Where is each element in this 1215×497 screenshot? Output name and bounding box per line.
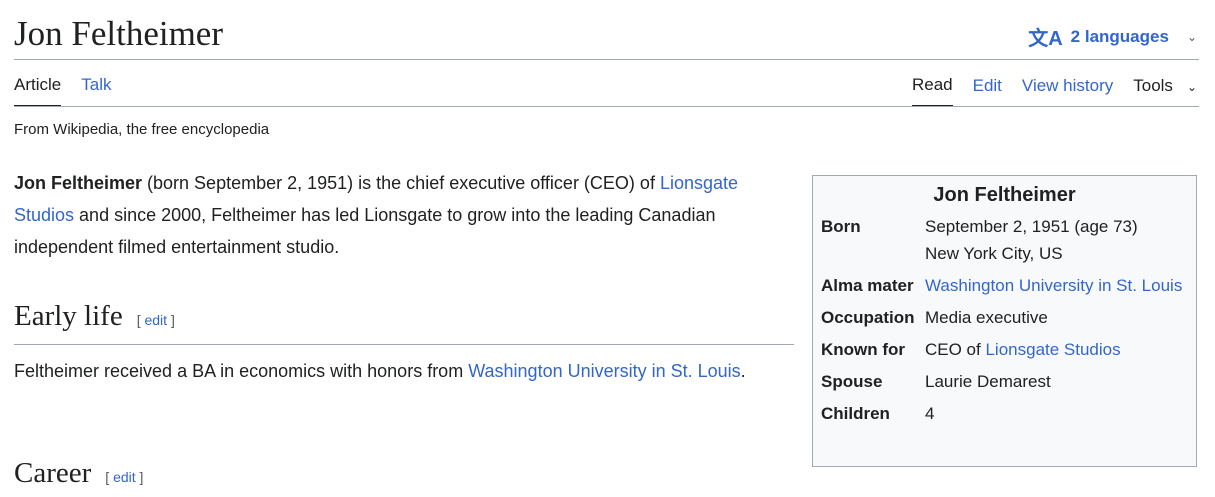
- infobox-value: CEO of Lionsgate Studios: [925, 336, 1188, 363]
- infobox-label: Occupation: [821, 308, 915, 327]
- infobox-value: Laurie Demarest: [925, 372, 1051, 391]
- heading-career-text: Career: [14, 457, 92, 489]
- view-tabs: Read Edit View history Tools ⌄: [911, 75, 1197, 107]
- infobox-value: Media executive: [925, 308, 1048, 327]
- born-place: New York City, US: [925, 244, 1063, 263]
- edit-career-link[interactable]: edit: [113, 469, 136, 485]
- section-divider: [14, 344, 794, 345]
- tabs-divider: [14, 106, 1199, 107]
- edit-bracket-open: [: [136, 312, 141, 328]
- tab-talk[interactable]: Talk: [81, 75, 111, 107]
- page-title: Jon Feltheimer: [14, 14, 223, 53]
- infobox-value: 4: [925, 404, 935, 423]
- heading-early-life-text: Early life: [14, 300, 123, 332]
- infobox-row-children: Children 4: [821, 400, 1188, 427]
- infobox-row-alma-mater: Alma mater Washington University in St. …: [821, 272, 1188, 299]
- lead-text-1: (born September 2, 1951) is the chief ex…: [142, 173, 660, 193]
- infobox-label: Spouse: [821, 372, 883, 391]
- lead-bold-name: Jon Feltheimer: [14, 173, 143, 193]
- infobox-row-occupation: Occupation Media executive: [821, 304, 1188, 331]
- early-life-text-2: .: [740, 361, 746, 381]
- heading-career: Career [ edit ]: [14, 457, 143, 490]
- washington-university-link[interactable]: Washington University in St. Louis: [468, 361, 740, 381]
- infobox-label: Children: [821, 404, 890, 423]
- tab-view-history[interactable]: View history: [1022, 76, 1113, 106]
- edit-bracket-open: [: [105, 469, 110, 485]
- edit-bracket-close: ]: [139, 469, 144, 485]
- lead-paragraph: Jon Feltheimer (born September 2, 1951) …: [14, 167, 794, 263]
- infobox-row-known-for: Known for CEO of Lionsgate Studios: [821, 336, 1188, 363]
- infobox-value: Washington University in St. Louis: [925, 272, 1188, 299]
- known-for-link[interactable]: Lionsgate Studios: [985, 340, 1120, 359]
- infobox: Jon Feltheimer Born September 2, 1951 (a…: [812, 175, 1197, 467]
- infobox-row-born: Born September 2, 1951 (age 73) New York…: [821, 213, 1188, 267]
- infobox-label: Known for: [821, 340, 906, 359]
- translate-icon: 文A: [1028, 28, 1063, 50]
- language-selector[interactable]: 文A 2 languages ⌄: [1028, 22, 1197, 51]
- lead-text-2: and since 2000, Feltheimer has led Lions…: [14, 205, 716, 257]
- title-divider: [14, 59, 1199, 60]
- tab-edit[interactable]: Edit: [973, 76, 1002, 106]
- heading-early-life: Early life [ edit ]: [14, 300, 175, 333]
- edit-bracket-close: ]: [170, 312, 175, 328]
- tools-label: Tools: [1133, 76, 1173, 95]
- early-life-text-1: Feltheimer received a BA in economics wi…: [14, 361, 469, 381]
- language-label: 2 languages: [1070, 26, 1169, 46]
- edit-early-life-link[interactable]: edit: [144, 312, 167, 328]
- born-date: September 2, 1951 (age 73): [925, 217, 1138, 236]
- infobox-value: September 2, 1951 (age 73) New York City…: [925, 213, 1188, 267]
- tab-article[interactable]: Article: [14, 75, 62, 107]
- chevron-down-icon: ⌄: [1186, 80, 1197, 94]
- tab-read[interactable]: Read: [911, 75, 953, 107]
- early-life-paragraph: Feltheimer received a BA in economics wi…: [14, 355, 794, 388]
- chevron-down-icon: ⌄: [1186, 29, 1197, 44]
- section-edit: [ edit ]: [137, 312, 175, 328]
- section-edit: [ edit ]: [105, 469, 143, 485]
- alma-mater-link[interactable]: Washington University in St. Louis: [925, 276, 1182, 295]
- infobox-label: Born: [821, 217, 861, 236]
- infobox-title: Jon Feltheimer: [933, 184, 1076, 206]
- infobox-row-spouse: Spouse Laurie Demarest: [821, 368, 1188, 395]
- tools-menu[interactable]: Tools ⌄: [1133, 76, 1197, 106]
- namespace-tabs: Article Talk: [14, 75, 111, 107]
- known-prefix: CEO of: [925, 340, 986, 359]
- site-tagline: From Wikipedia, the free encyclopedia: [14, 121, 270, 138]
- infobox-label: Alma mater: [821, 276, 914, 295]
